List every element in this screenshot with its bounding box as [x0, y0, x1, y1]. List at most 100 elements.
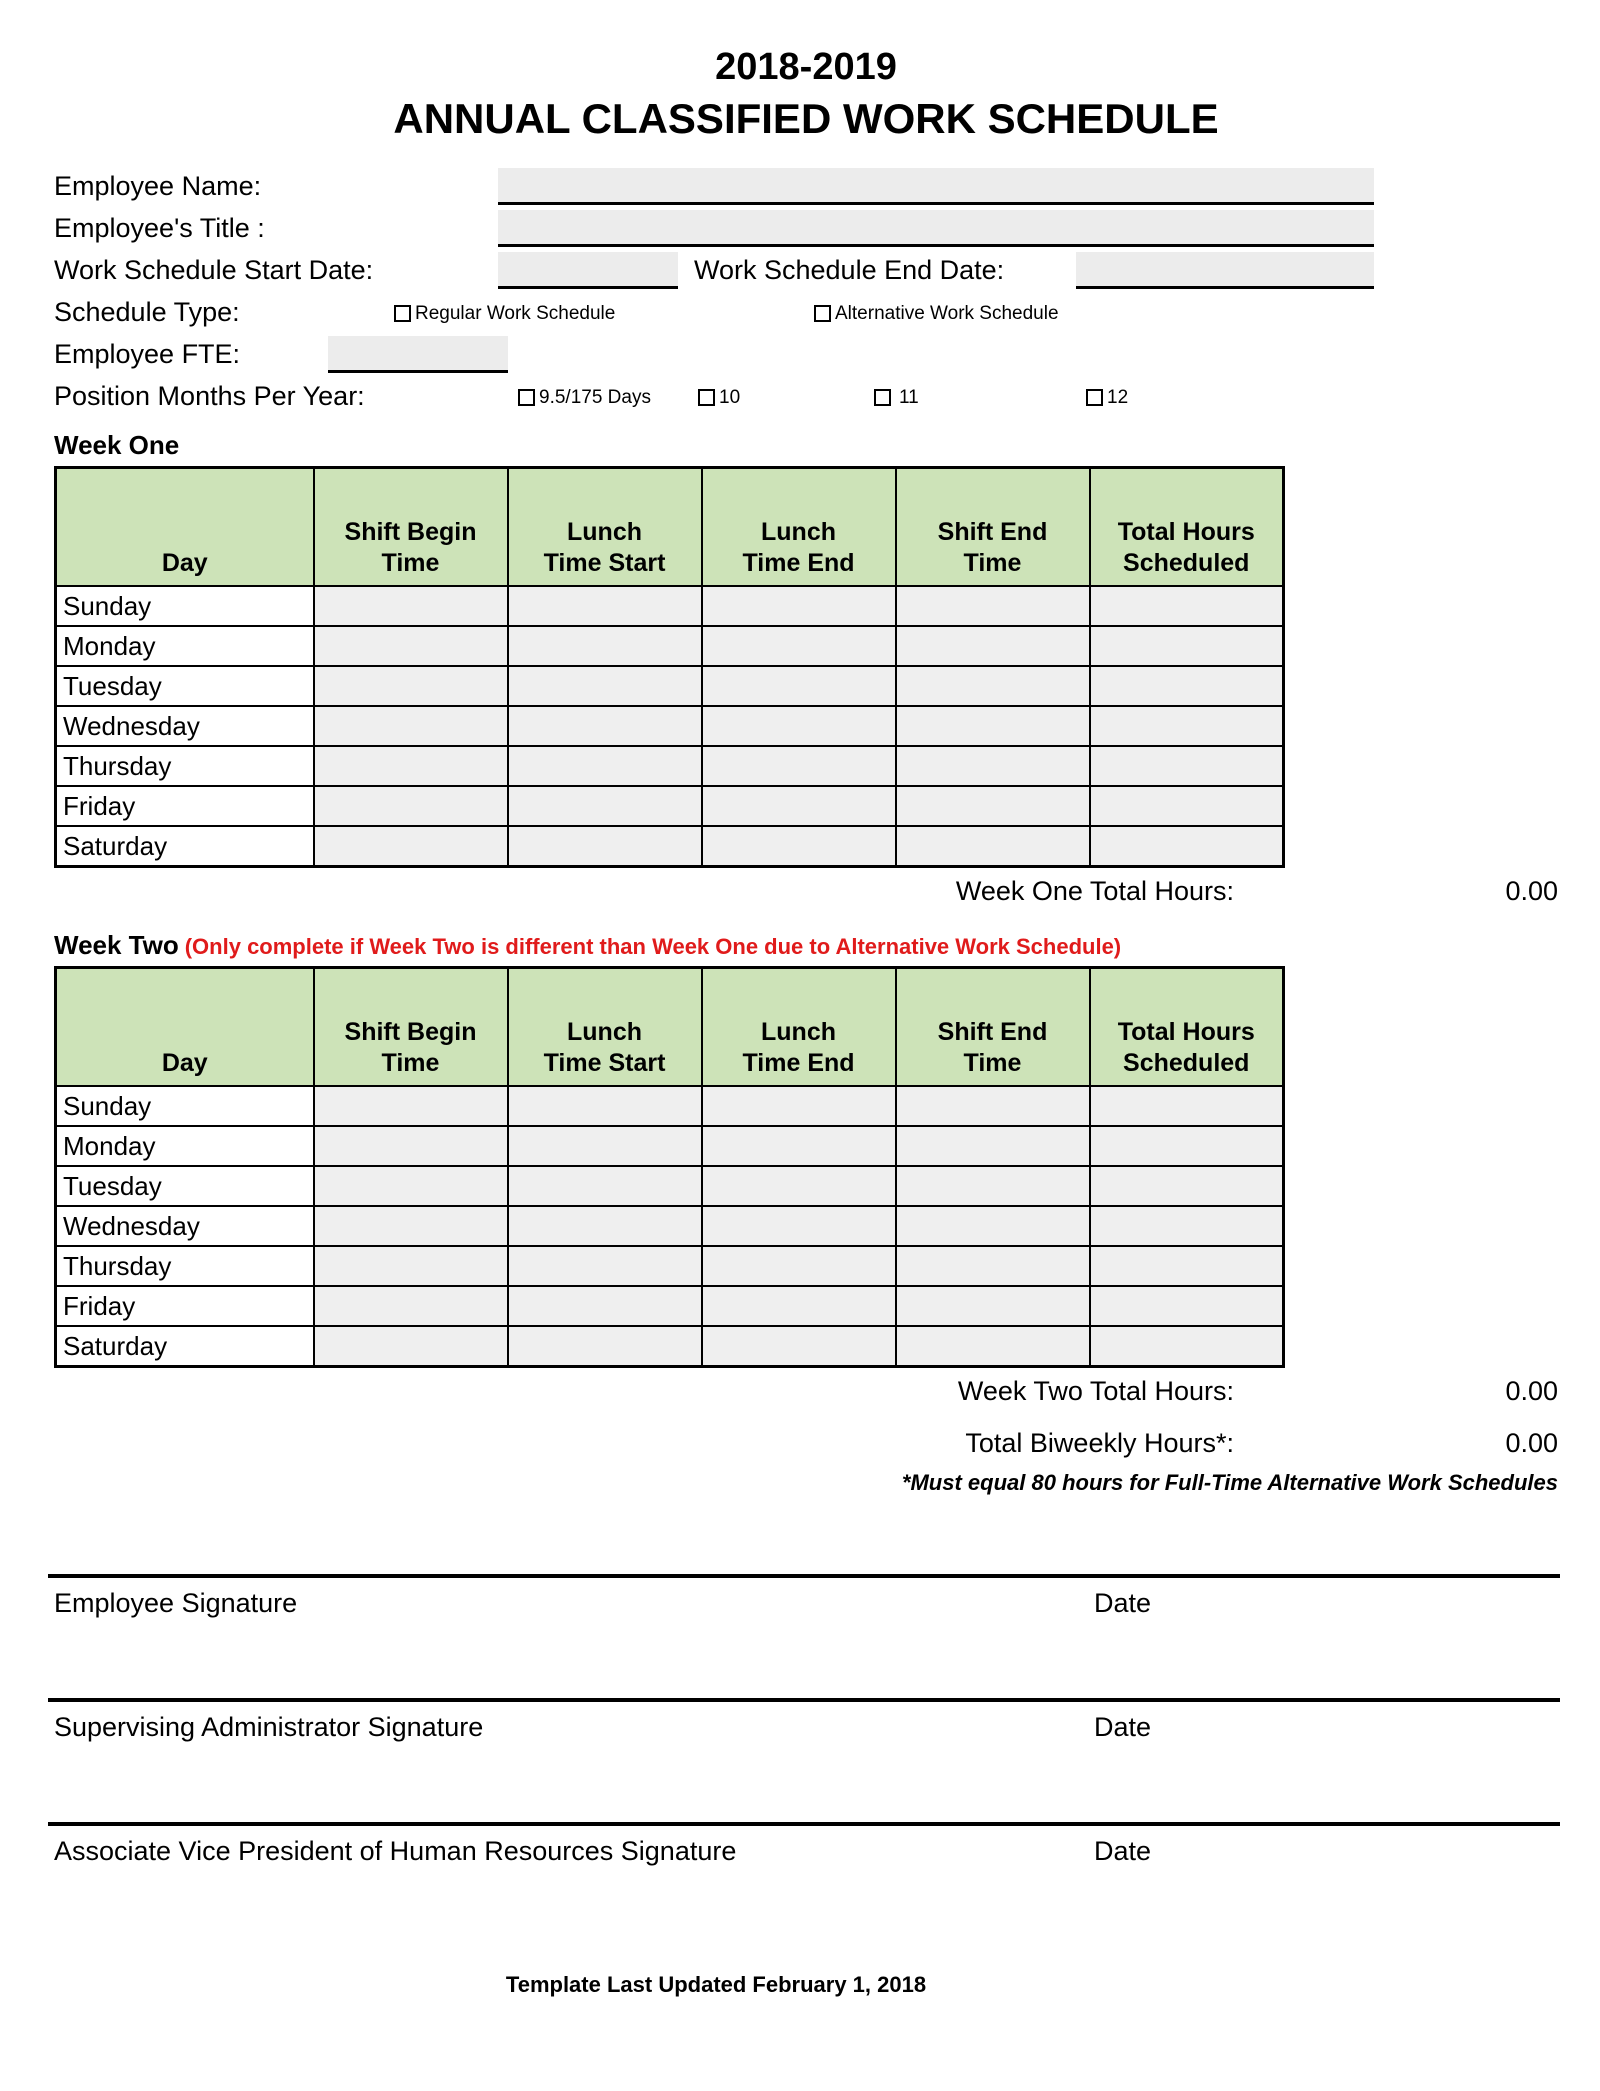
- cell-lunch-end[interactable]: [700, 585, 897, 627]
- cell-lunch-start[interactable]: [506, 1245, 703, 1287]
- cell-lunch-end[interactable]: [700, 1165, 897, 1207]
- cell-total[interactable]: [1088, 785, 1285, 827]
- cell-shift-begin[interactable]: [312, 1125, 509, 1167]
- signature-line[interactable]: [48, 1698, 1560, 1702]
- cell-lunch-end[interactable]: [700, 1285, 897, 1327]
- cell-lunch-start[interactable]: [506, 625, 703, 667]
- column-header-lunch-start-line2: Time Start: [543, 1049, 666, 1077]
- week-one-total-label: Week One Total Hours:: [955, 876, 1234, 906]
- checkbox-icon[interactable]: [874, 389, 891, 406]
- cell-lunch-end[interactable]: [700, 625, 897, 667]
- column-header-shift-end: Shift End Time: [894, 966, 1091, 1087]
- cell-shift-begin[interactable]: [312, 1085, 509, 1127]
- signature-label-employee: Employee Signature: [54, 1588, 298, 1618]
- employee-title-label: Employee's Title :: [54, 213, 265, 243]
- signature-line[interactable]: [48, 1574, 1560, 1578]
- cell-shift-end[interactable]: [894, 825, 1091, 868]
- position-months-option-10[interactable]: 10: [698, 388, 740, 407]
- cell-shift-end[interactable]: [894, 1165, 1091, 1207]
- cell-lunch-end[interactable]: [700, 785, 897, 827]
- cell-total[interactable]: [1088, 1085, 1285, 1127]
- cell-shift-end[interactable]: [894, 785, 1091, 827]
- cell-total[interactable]: [1088, 1245, 1285, 1287]
- cell-lunch-start[interactable]: [506, 1125, 703, 1167]
- cell-shift-end[interactable]: [894, 1245, 1091, 1287]
- cell-shift-end[interactable]: [894, 1325, 1091, 1368]
- cell-total[interactable]: [1088, 585, 1285, 627]
- position-months-option-9-5[interactable]: 9.5/175 Days: [518, 388, 651, 407]
- checkbox-icon[interactable]: [698, 389, 715, 406]
- employee-fte-input[interactable]: [328, 336, 508, 373]
- employee-name-input[interactable]: [498, 168, 1374, 205]
- cell-total[interactable]: [1088, 1125, 1285, 1167]
- cell-shift-end[interactable]: [894, 585, 1091, 627]
- cell-shift-begin[interactable]: [312, 665, 509, 707]
- cell-total[interactable]: [1088, 1285, 1285, 1327]
- cell-total[interactable]: [1088, 705, 1285, 747]
- cell-total[interactable]: [1088, 745, 1285, 787]
- cell-total[interactable]: [1088, 825, 1285, 868]
- cell-shift-end[interactable]: [894, 705, 1091, 747]
- signature-line[interactable]: [48, 1822, 1560, 1826]
- cell-shift-end[interactable]: [894, 1205, 1091, 1247]
- cell-lunch-start[interactable]: [506, 785, 703, 827]
- start-date-input[interactable]: [498, 252, 678, 289]
- cell-shift-begin[interactable]: [312, 705, 509, 747]
- cell-lunch-start[interactable]: [506, 745, 703, 787]
- cell-lunch-end[interactable]: [700, 1125, 897, 1167]
- column-header-day-line2: Day: [161, 1049, 208, 1077]
- schedule-type-option-alternative[interactable]: Alternative Work Schedule: [814, 304, 1059, 323]
- cell-lunch-start[interactable]: [506, 1205, 703, 1247]
- cell-total[interactable]: [1088, 1165, 1285, 1207]
- cell-shift-begin[interactable]: [312, 1245, 509, 1287]
- table-row: Saturday: [54, 1325, 1285, 1368]
- cell-shift-begin[interactable]: [312, 1285, 509, 1327]
- cell-lunch-end[interactable]: [700, 1245, 897, 1287]
- cell-lunch-start[interactable]: [506, 665, 703, 707]
- cell-lunch-start[interactable]: [506, 1085, 703, 1127]
- cell-lunch-end[interactable]: [700, 705, 897, 747]
- checkbox-icon[interactable]: [1086, 389, 1103, 406]
- cell-total[interactable]: [1088, 665, 1285, 707]
- cell-lunch-end[interactable]: [700, 1325, 897, 1368]
- cell-lunch-start[interactable]: [506, 585, 703, 627]
- checkbox-icon[interactable]: [394, 305, 411, 322]
- cell-total[interactable]: [1088, 1325, 1285, 1368]
- cell-shift-end[interactable]: [894, 665, 1091, 707]
- cell-lunch-end[interactable]: [700, 1205, 897, 1247]
- cell-lunch-end[interactable]: [700, 745, 897, 787]
- cell-total[interactable]: [1088, 1205, 1285, 1247]
- cell-lunch-start[interactable]: [506, 1285, 703, 1327]
- signature-label-supervisor: Supervising Administrator Signature: [54, 1712, 484, 1742]
- cell-shift-end[interactable]: [894, 1285, 1091, 1327]
- checkbox-icon[interactable]: [814, 305, 831, 322]
- end-date-input[interactable]: [1076, 252, 1374, 289]
- cell-lunch-start[interactable]: [506, 825, 703, 868]
- cell-shift-begin[interactable]: [312, 745, 509, 787]
- cell-total[interactable]: [1088, 625, 1285, 667]
- cell-lunch-end[interactable]: [700, 1085, 897, 1127]
- cell-shift-begin[interactable]: [312, 1205, 509, 1247]
- cell-shift-begin[interactable]: [312, 1325, 509, 1368]
- cell-lunch-end[interactable]: [700, 825, 897, 868]
- employee-title-input[interactable]: [498, 210, 1374, 247]
- cell-lunch-start[interactable]: [506, 1165, 703, 1207]
- day-label: Wednesday: [54, 1205, 315, 1247]
- cell-shift-begin[interactable]: [312, 785, 509, 827]
- cell-shift-begin[interactable]: [312, 825, 509, 868]
- cell-lunch-start[interactable]: [506, 1325, 703, 1368]
- position-months-option-12[interactable]: 12: [1086, 388, 1128, 407]
- cell-shift-end[interactable]: [894, 1125, 1091, 1167]
- cell-shift-begin[interactable]: [312, 625, 509, 667]
- cell-lunch-end[interactable]: [700, 665, 897, 707]
- cell-lunch-start[interactable]: [506, 705, 703, 747]
- position-months-option-11[interactable]: 11: [874, 388, 919, 407]
- cell-shift-end[interactable]: [894, 625, 1091, 667]
- cell-shift-end[interactable]: [894, 1085, 1091, 1127]
- cell-shift-begin[interactable]: [312, 1165, 509, 1207]
- cell-shift-begin[interactable]: [312, 585, 509, 627]
- checkbox-icon[interactable]: [518, 389, 535, 406]
- table-row: Friday: [54, 1285, 1285, 1327]
- schedule-type-option-regular[interactable]: Regular Work Schedule: [394, 304, 615, 323]
- cell-shift-end[interactable]: [894, 745, 1091, 787]
